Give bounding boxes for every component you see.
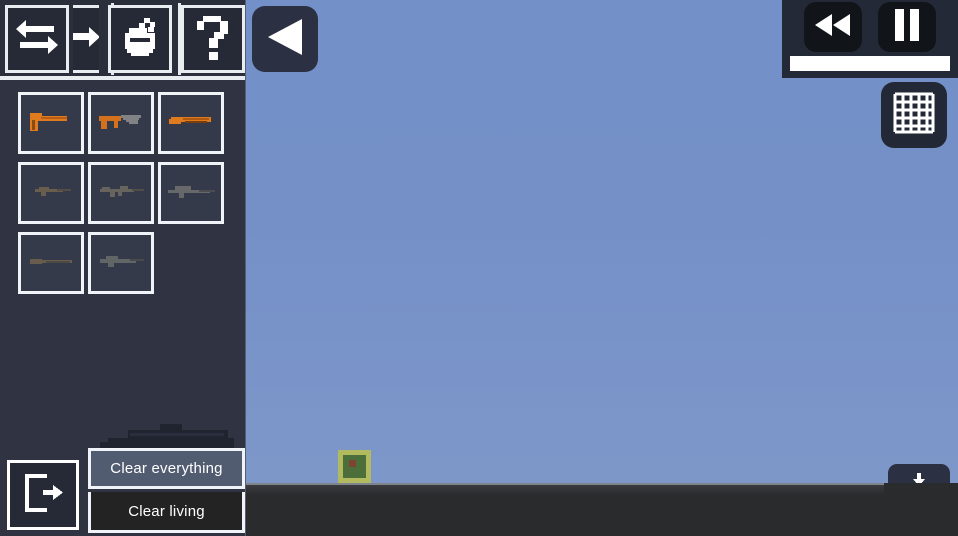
swap-tool-button[interactable] (5, 5, 70, 73)
clear-everything-button[interactable]: Clear everything (88, 448, 245, 489)
machine-gun-icon (96, 252, 146, 275)
paint-bucket-tool-button[interactable] (107, 5, 172, 73)
toolbar-underline (0, 76, 245, 80)
grid-toggle-button[interactable] (881, 82, 947, 148)
weapon-slot-3[interactable] (18, 162, 84, 224)
weapon-slot-0[interactable] (18, 92, 84, 154)
back-button[interactable] (252, 6, 318, 72)
clear-buttons-group: Clear everything Clear living (88, 448, 245, 533)
download-button[interactable] (888, 464, 950, 514)
swap-arrows-icon (14, 16, 60, 63)
weapon-slot-4[interactable] (88, 162, 154, 224)
grid-icon (892, 91, 936, 140)
weapon-slot-1[interactable] (88, 92, 154, 154)
question-mark-icon (195, 13, 231, 66)
weapon-slot-5[interactable] (158, 162, 224, 224)
playback-buttons (782, 0, 958, 54)
play-left-triangle-icon (266, 17, 304, 62)
place-tool-button[interactable] (73, 5, 99, 73)
green-block[interactable] (338, 450, 371, 483)
exit-button[interactable] (7, 460, 79, 530)
exit-door-icon (21, 472, 65, 519)
clear-living-label: Clear living (128, 502, 205, 520)
pause-button[interactable] (878, 2, 936, 52)
arrow-right-icon (73, 23, 99, 56)
weapon-slot-2[interactable] (158, 92, 224, 154)
assault-rifle-icon (96, 181, 146, 206)
shotgun-icon (26, 252, 76, 275)
pause-icon (893, 8, 921, 47)
playback-panel (782, 0, 958, 78)
sniper-rifle-icon (165, 181, 217, 206)
smg-icon (96, 108, 146, 139)
paint-bucket-icon (117, 14, 163, 65)
sawed-off-shotgun-icon (167, 110, 215, 137)
rewind-button[interactable] (804, 2, 862, 52)
game-screen: Clear everything Clear living (0, 0, 958, 536)
weapon-slot-6[interactable] (18, 232, 84, 294)
clear-living-button[interactable]: Clear living (88, 492, 245, 533)
help-tool-button[interactable] (180, 5, 246, 73)
weapon-slot-7[interactable] (88, 232, 154, 294)
left-sidebar: Clear everything Clear living (0, 0, 246, 536)
clear-everything-label: Clear everything (110, 460, 223, 477)
download-arrow-icon (911, 472, 927, 493)
sidebar-toolbar (0, 0, 246, 80)
timeline-fill (790, 56, 950, 71)
block-detail (349, 460, 356, 467)
rewind-icon (814, 13, 852, 42)
pistol-icon (27, 108, 75, 139)
timeline-slider[interactable] (790, 56, 950, 71)
rifle-icon (27, 182, 75, 205)
